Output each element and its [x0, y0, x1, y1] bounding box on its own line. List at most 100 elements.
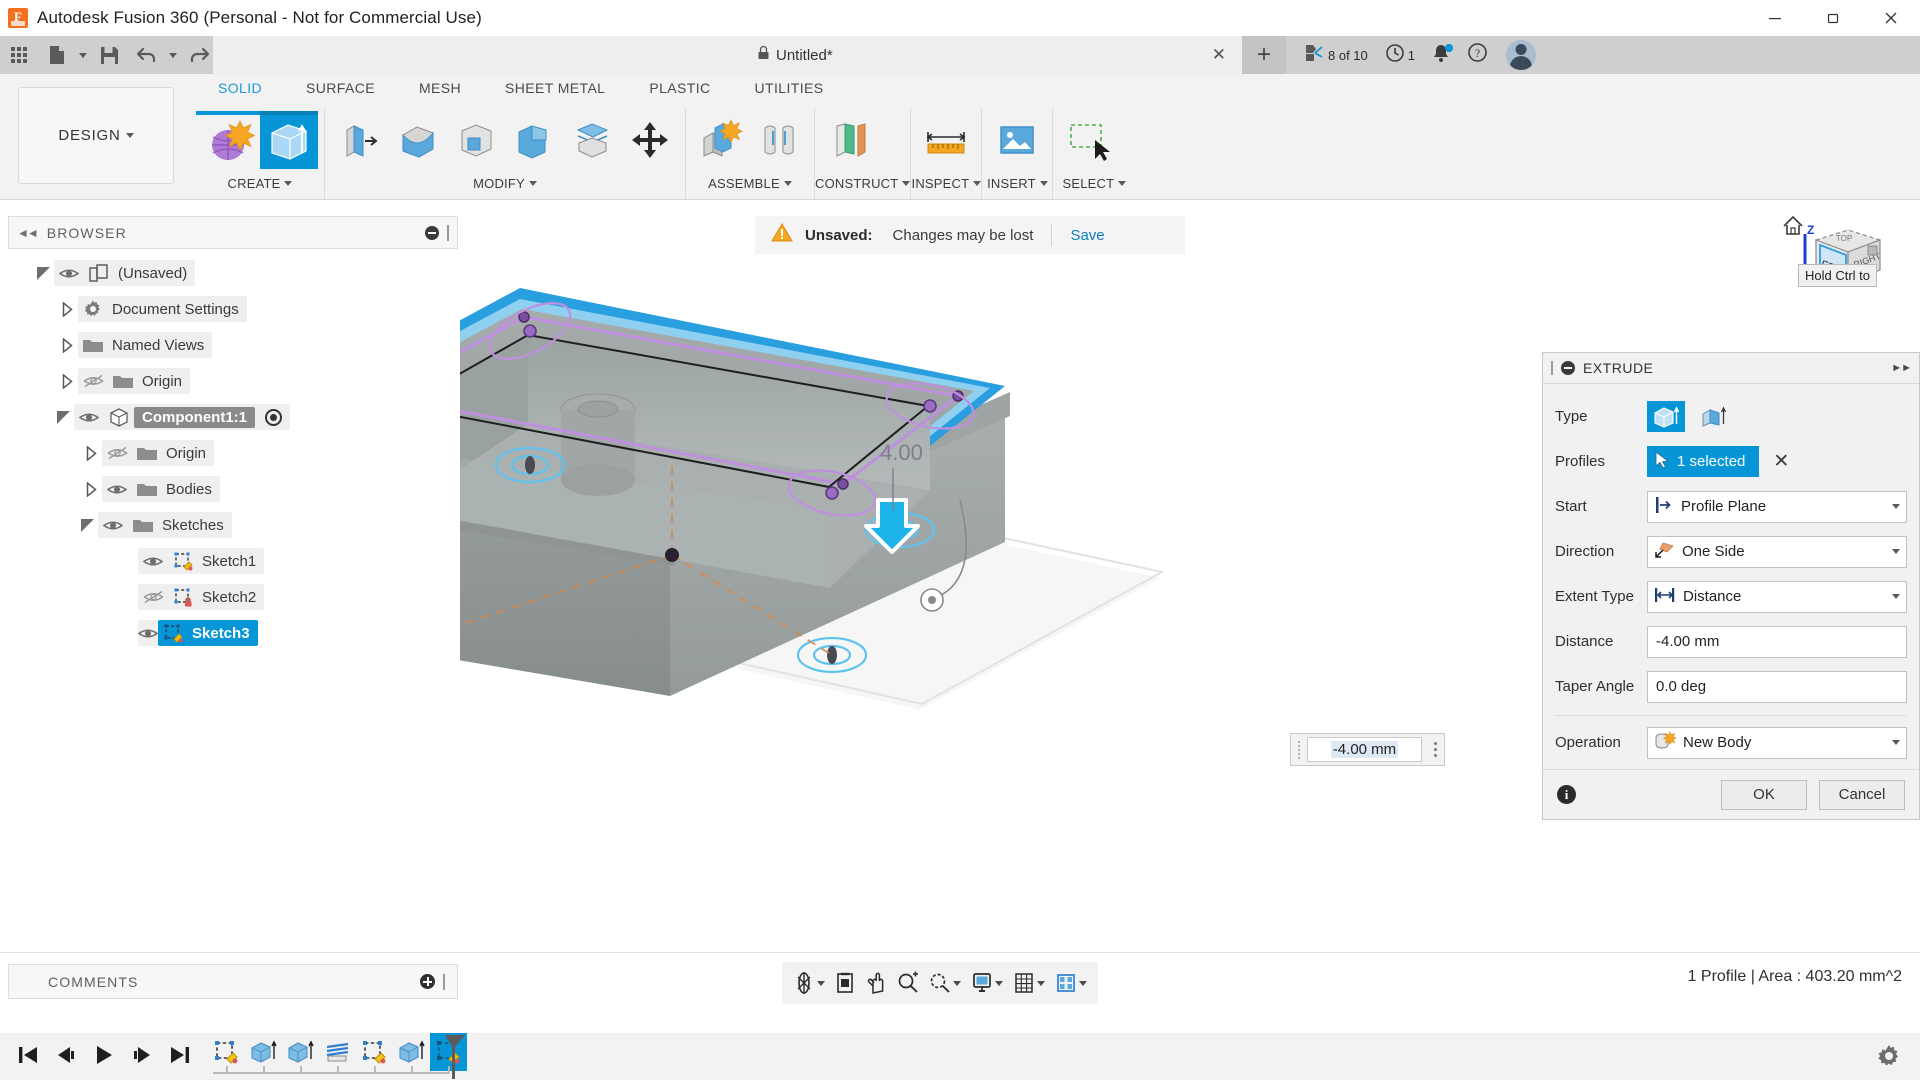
extrude-thin-icon[interactable] — [1695, 401, 1733, 432]
fillet-icon[interactable] — [389, 111, 447, 169]
insert-canvas-icon[interactable] — [988, 111, 1046, 169]
ribbon-tab-utilities[interactable]: UTILITIES — [733, 80, 846, 104]
minus-circle-icon[interactable] — [425, 225, 439, 240]
info-circle-icon[interactable]: i — [1557, 785, 1576, 804]
browser-node-named-views[interactable]: Named Views — [8, 327, 458, 363]
user-avatar[interactable] — [1506, 40, 1536, 70]
browser-node-sketch2[interactable]: Sketch2 — [8, 579, 458, 615]
more-options-icon[interactable] — [1426, 742, 1444, 757]
drag-grip-icon[interactable] — [1291, 740, 1303, 759]
extrude-icon[interactable] — [260, 110, 318, 169]
operation-dropdown[interactable]: New Body — [1647, 726, 1907, 759]
taper-angle-input[interactable]: 0.0 deg — [1647, 670, 1907, 703]
expander-down-icon[interactable] — [32, 266, 54, 280]
notifications-button[interactable] — [1425, 36, 1457, 74]
direction-dropdown[interactable]: One Side — [1647, 535, 1907, 568]
clear-selection-x-icon[interactable]: ✕ — [1773, 450, 1789, 473]
step-back-icon[interactable] — [54, 1044, 78, 1071]
split-face-icon[interactable] — [563, 111, 621, 169]
create-sketch-icon[interactable] — [202, 111, 260, 169]
ribbon-panel-create-label[interactable]: CREATE — [196, 171, 324, 196]
profiles-selection-button[interactable]: 1 selected — [1647, 446, 1760, 477]
orbit-icon[interactable] — [788, 962, 830, 1004]
ribbon-panel-select-label[interactable]: SELECT — [1053, 171, 1135, 196]
visibility-eye-icon[interactable] — [74, 411, 104, 424]
visibility-eye-off-icon[interactable] — [78, 374, 108, 388]
zoom-window-icon[interactable] — [924, 962, 966, 1004]
expander-right-icon[interactable] — [80, 481, 102, 497]
ok-button[interactable]: OK — [1721, 779, 1807, 810]
ribbon-tab-plastic[interactable]: PLASTIC — [627, 80, 732, 104]
browser-node-origin-root[interactable]: Origin — [8, 363, 458, 399]
ribbon-panel-modify-label[interactable]: MODIFY — [325, 171, 685, 196]
new-file-dropdown[interactable] — [76, 36, 90, 74]
settings-gear-icon[interactable] — [1876, 1043, 1902, 1074]
job-status-button[interactable]: 1 — [1378, 36, 1422, 74]
expander-down-icon[interactable] — [52, 410, 74, 424]
activate-target-icon[interactable] — [265, 408, 282, 426]
extent-type-dropdown[interactable]: Distance — [1647, 580, 1907, 613]
combine-icon[interactable] — [505, 111, 563, 169]
browser-node-bodies[interactable]: Bodies — [8, 471, 458, 507]
close-tab-icon[interactable]: ✕ — [1206, 45, 1232, 65]
go-to-beginning-icon[interactable] — [16, 1044, 40, 1071]
comments-panel[interactable]: COMMENTS — [8, 964, 458, 999]
zoom-icon[interactable] — [892, 962, 924, 1004]
selection-filter-icon[interactable] — [1059, 111, 1129, 169]
grid-snaps-icon[interactable] — [1008, 962, 1050, 1004]
pan-icon[interactable] — [860, 962, 892, 1004]
new-file-icon[interactable] — [38, 36, 76, 74]
timeline-end-marker[interactable] — [444, 1033, 470, 1080]
expand-right-icon[interactable]: ►► — [1891, 362, 1912, 374]
cancel-button[interactable]: Cancel — [1819, 779, 1905, 810]
press-pull-icon[interactable] — [331, 111, 389, 169]
look-at-icon[interactable] — [830, 962, 860, 1004]
resize-grip-icon[interactable] — [447, 224, 449, 241]
shell-icon[interactable] — [447, 111, 505, 169]
restore-icon[interactable] — [1804, 0, 1862, 36]
display-settings-icon[interactable] — [966, 962, 1008, 1004]
measure-icon[interactable] — [917, 111, 975, 169]
step-forward-icon[interactable] — [130, 1044, 154, 1071]
canvas-distance-input[interactable]: -4.00 mm — [1307, 737, 1422, 762]
new-component-icon[interactable] — [692, 111, 750, 169]
browser-node-sketches[interactable]: Sketches — [8, 507, 458, 543]
extension-manager-button[interactable]: 8 of 10 — [1296, 36, 1375, 74]
extrude-solid-icon[interactable] — [1647, 401, 1685, 432]
close-icon[interactable] — [1862, 0, 1920, 36]
play-icon[interactable] — [92, 1044, 116, 1071]
save-icon[interactable] — [90, 36, 128, 74]
joint-icon[interactable] — [750, 111, 808, 169]
browser-node-document-settings[interactable]: Document Settings — [8, 291, 458, 327]
expander-down-icon[interactable] — [76, 518, 98, 532]
save-link[interactable]: Save — [1070, 227, 1104, 244]
browser-node-origin-component[interactable]: Origin — [8, 435, 458, 471]
canvas-distance-manipulator[interactable]: -4.00 mm — [1290, 733, 1445, 766]
ribbon-tab-solid[interactable]: SOLID — [196, 80, 285, 115]
offset-plane-icon[interactable] — [821, 111, 879, 169]
document-tab[interactable]: Untitled* ✕ — [213, 36, 1242, 74]
expander-right-icon[interactable] — [56, 373, 78, 389]
view-cube[interactable]: Z FRONT RIGHT TOP Hold Ctrl to — [1776, 208, 1916, 308]
app-grid-icon[interactable] — [0, 36, 38, 74]
visibility-eye-off-icon[interactable] — [102, 446, 132, 460]
browser-node-unsaved[interactable]: (Unsaved) — [8, 255, 458, 291]
start-dropdown[interactable]: Profile Plane — [1647, 490, 1907, 523]
browser-node-sketch1[interactable]: Sketch1 — [8, 543, 458, 579]
expander-right-icon[interactable] — [80, 445, 102, 461]
extrude-dialog-header[interactable]: EXTRUDE ►► — [1543, 353, 1919, 384]
new-tab-button[interactable]: + — [1242, 36, 1286, 74]
visibility-eye-off-icon[interactable] — [138, 590, 168, 604]
help-button[interactable]: ? — [1460, 36, 1495, 74]
expander-right-icon[interactable] — [56, 301, 78, 317]
go-to-end-icon[interactable] — [168, 1044, 192, 1071]
visibility-eye-icon[interactable] — [98, 519, 128, 532]
minimize-icon[interactable] — [1746, 0, 1804, 36]
move-copy-icon[interactable] — [621, 111, 679, 169]
ribbon-tab-mesh[interactable]: MESH — [397, 80, 483, 104]
visibility-eye-icon[interactable] — [54, 267, 84, 280]
workspace-switcher[interactable]: DESIGN — [18, 87, 174, 184]
undo-dropdown[interactable] — [166, 36, 180, 74]
collapse-left-icon[interactable]: ◄◄ — [17, 226, 39, 240]
drag-grip-icon[interactable] — [1551, 361, 1553, 375]
